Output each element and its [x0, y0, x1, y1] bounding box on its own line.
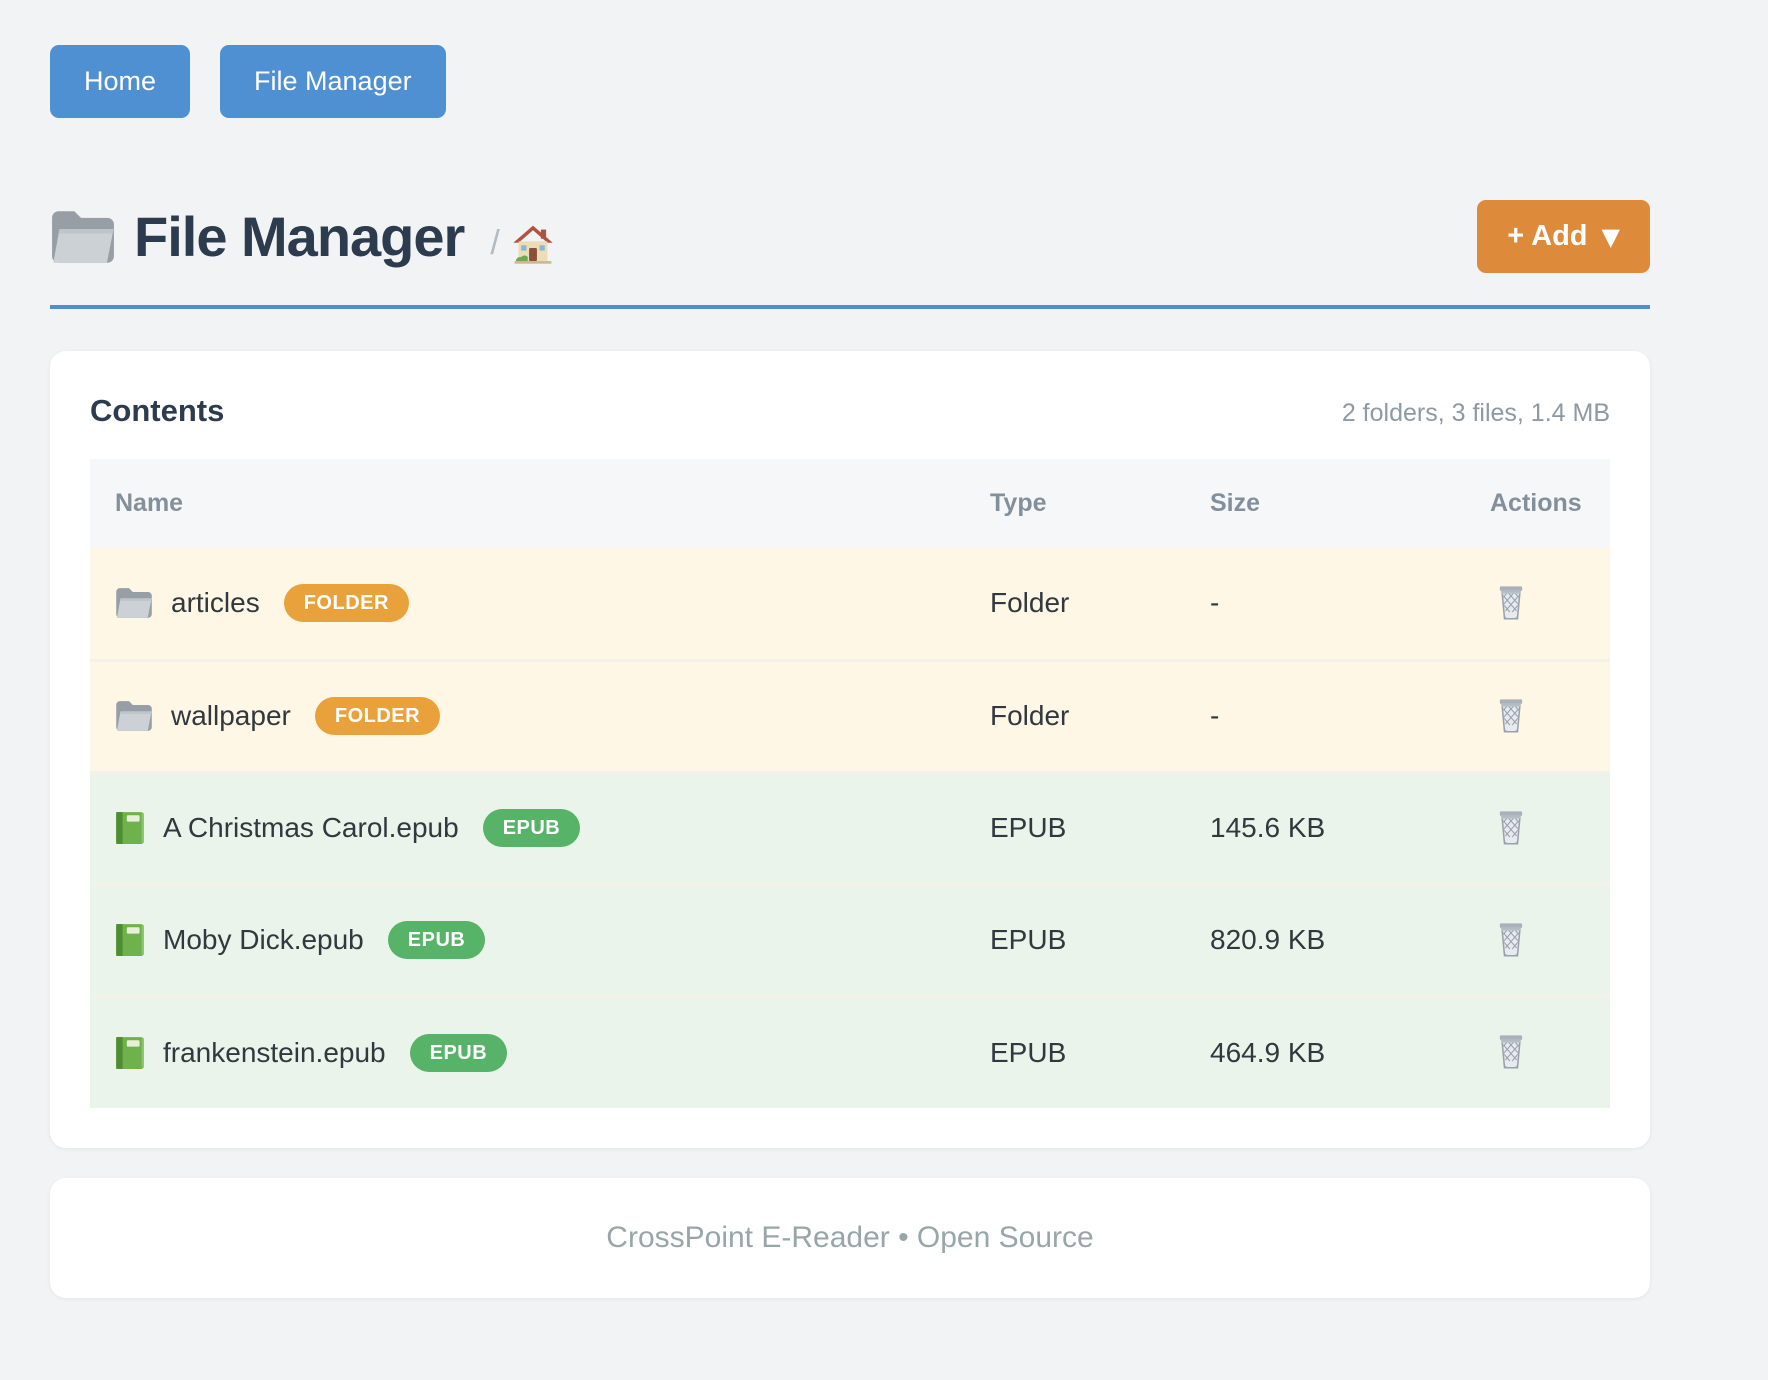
chevron-down-icon: ▼: [1602, 225, 1620, 249]
footer-text: CrossPoint E-Reader • Open Source: [606, 1221, 1093, 1255]
nav-file-manager-button[interactable]: File Manager: [220, 45, 446, 118]
green-book-icon: [115, 1036, 145, 1070]
green-book-icon: [115, 811, 145, 845]
file-type: Folder: [965, 660, 1185, 772]
page-title: File Manager: [134, 204, 464, 269]
column-header-type: Type: [965, 459, 1185, 548]
delete-button[interactable]: [1490, 579, 1532, 625]
file-name[interactable]: articles: [171, 587, 260, 619]
file-name[interactable]: Moby Dick.epub: [163, 924, 364, 956]
trash-icon: [1494, 583, 1528, 621]
trash-icon: [1494, 1032, 1528, 1070]
file-table: Name Type Size Actions articles FOLDER F…: [90, 459, 1610, 1108]
file-size: -: [1185, 548, 1465, 660]
footer-card: CrossPoint E-Reader • Open Source: [50, 1178, 1650, 1298]
folder-icon: [115, 700, 153, 732]
delete-button[interactable]: [1490, 692, 1532, 738]
file-name[interactable]: A Christmas Carol.epub: [163, 812, 459, 844]
breadcrumb: /: [490, 223, 553, 265]
delete-button[interactable]: [1490, 1028, 1532, 1074]
trash-icon: [1494, 920, 1528, 958]
file-type: EPUB: [965, 772, 1185, 884]
file-size: -: [1185, 660, 1465, 772]
file-size: 820.9 KB: [1185, 884, 1465, 996]
file-type: EPUB: [965, 884, 1185, 996]
page-container: Home File Manager File Manager / + Add ▼: [50, 0, 1650, 1298]
folder-icon: [50, 209, 116, 265]
table-row: articles FOLDER Folder -: [90, 548, 1610, 660]
column-header-actions: Actions: [1465, 459, 1610, 548]
contents-title: Contents: [90, 393, 224, 429]
delete-button[interactable]: [1490, 916, 1532, 962]
column-header-size: Size: [1185, 459, 1465, 548]
file-type-badge: EPUB: [410, 1034, 508, 1072]
delete-button[interactable]: [1490, 804, 1532, 850]
table-row: A Christmas Carol.epub EPUB EPUB 145.6 K…: [90, 772, 1610, 884]
breadcrumb-separator: /: [490, 224, 499, 263]
house-icon[interactable]: [512, 223, 554, 265]
file-type-badge: EPUB: [483, 809, 581, 847]
table-row: frankenstein.epub EPUB EPUB 464.9 KB: [90, 996, 1610, 1108]
file-type: Folder: [965, 548, 1185, 660]
file-type-badge: FOLDER: [284, 584, 409, 622]
file-size: 145.6 KB: [1185, 772, 1465, 884]
file-type: EPUB: [965, 996, 1185, 1108]
column-header-name: Name: [90, 459, 965, 548]
table-header-row: Name Type Size Actions: [90, 459, 1610, 548]
green-book-icon: [115, 923, 145, 957]
trash-icon: [1494, 696, 1528, 734]
file-type-badge: EPUB: [388, 921, 486, 959]
file-size: 464.9 KB: [1185, 996, 1465, 1108]
table-row: Moby Dick.epub EPUB EPUB 820.9 KB: [90, 884, 1610, 996]
page-header: File Manager / + Add ▼: [50, 200, 1650, 273]
contents-summary: 2 folders, 3 files, 1.4 MB: [1342, 399, 1610, 428]
file-name[interactable]: frankenstein.epub: [163, 1037, 386, 1069]
title-divider: [50, 305, 1650, 309]
file-name[interactable]: wallpaper: [171, 700, 291, 732]
file-type-badge: FOLDER: [315, 697, 440, 735]
table-row: wallpaper FOLDER Folder -: [90, 660, 1610, 772]
trash-icon: [1494, 808, 1528, 846]
top-nav: Home File Manager: [50, 0, 1650, 118]
add-dropdown-button[interactable]: + Add ▼: [1477, 200, 1650, 273]
nav-home-button[interactable]: Home: [50, 45, 190, 118]
add-button-label: + Add: [1507, 222, 1587, 251]
file-table-body: articles FOLDER Folder - wallpaper: [90, 548, 1610, 1108]
contents-card: Contents 2 folders, 3 files, 1.4 MB Name…: [50, 351, 1650, 1148]
folder-icon: [115, 587, 153, 619]
